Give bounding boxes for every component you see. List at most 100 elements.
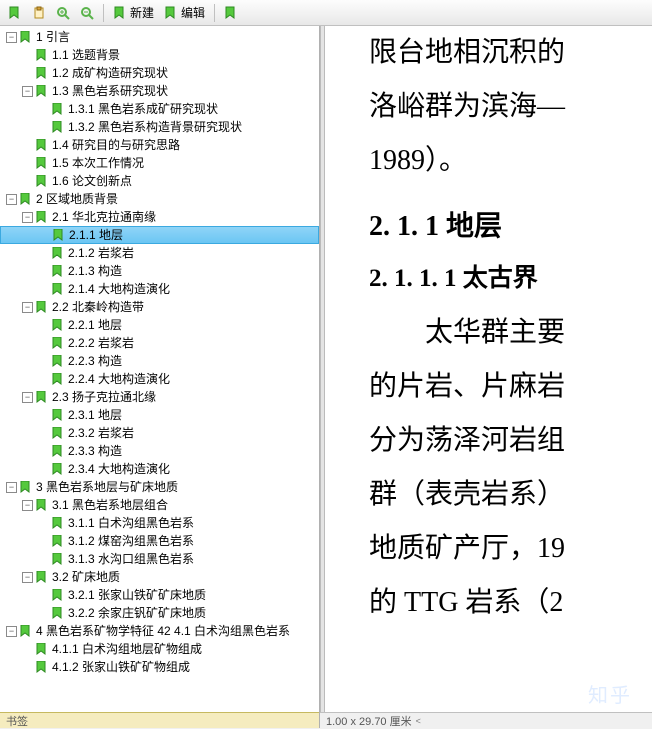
bookmark-label: 2.2.1 地层 (68, 316, 122, 334)
bookmark-label: 1.5 本次工作情况 (52, 154, 144, 172)
bookmark-node[interactable]: 2.1.3 构造 (0, 262, 319, 280)
bookmark-icon (19, 481, 33, 493)
bookmark-node[interactable]: 2.3.1 地层 (0, 406, 319, 424)
bookmark-label: 3.1 黑色岩系地层组合 (52, 496, 168, 514)
bookmark-node[interactable]: 3.2.2 余家庄钒矿矿床地质 (0, 604, 319, 622)
bookmark-node[interactable]: 3.1.3 水沟口组黑色岩系 (0, 550, 319, 568)
bookmark-node[interactable]: 3.1.1 白术沟组黑色岩系 (0, 514, 319, 532)
bookmark-node[interactable]: 3.1.2 煤窑沟组黑色岩系 (0, 532, 319, 550)
bookmark-node[interactable]: 2.3.4 大地构造演化 (0, 460, 319, 478)
bookmark-label: 2.3.4 大地构造演化 (68, 460, 170, 478)
bookmark-node[interactable]: 2.3.2 岩浆岩 (0, 424, 319, 442)
bookmark-icon (35, 157, 49, 169)
bookmark-node[interactable]: −3 黑色岩系地层与矿床地质 (0, 478, 319, 496)
bookmark-node[interactable]: 1.6 论文创新点 (0, 172, 319, 190)
bookmark-tool-icon[interactable] (220, 2, 242, 24)
bookmark-icon (51, 589, 65, 601)
body-text: 太华群主要 (369, 306, 652, 360)
collapse-toggle-icon[interactable]: − (6, 626, 17, 637)
bookmark-node[interactable]: 2.2.2 岩浆岩 (0, 334, 319, 352)
bookmark-node[interactable]: 2.1.1 地层 (0, 226, 319, 244)
bookmark-node[interactable]: 2.2.4 大地构造演化 (0, 370, 319, 388)
bookmark-icon (51, 373, 65, 385)
bookmark-label: 1.6 论文创新点 (52, 172, 132, 190)
bookmark-label: 1 引言 (36, 28, 70, 46)
bookmark-label: 2.2 北秦岭构造带 (52, 298, 144, 316)
bookmark-node[interactable]: 1.3.2 黑色岩系构造背景研究现状 (0, 118, 319, 136)
collapse-toggle-icon[interactable]: − (6, 482, 17, 493)
new-button-label: 新建 (130, 4, 154, 21)
sidebar-tab-bookmarks[interactable]: 书签 (0, 712, 319, 728)
bookmark-node[interactable]: − 2.2 北秦岭构造带 (0, 298, 319, 316)
bookmark-label: 2.1 华北克拉通南缘 (52, 208, 156, 226)
collapse-toggle-icon[interactable]: − (22, 86, 33, 97)
new-button[interactable]: 新建 (109, 2, 158, 24)
status-overflow-icon: < (416, 716, 421, 726)
bookmark-node[interactable]: 1.5 本次工作情况 (0, 154, 319, 172)
bookmark-node[interactable]: − 2.3 扬子克拉通北缘 (0, 388, 319, 406)
bookmark-node[interactable]: 3.2.1 张家山铁矿矿床地质 (0, 586, 319, 604)
bookmark-label: 4.1.1 白术沟组地层矿物组成 (52, 640, 202, 658)
bookmark-label: 4 黑色岩系矿物学特征 42 4.1 白术沟组黑色岩系 (36, 622, 290, 640)
bookmark-icon (51, 265, 65, 277)
bookmark-node[interactable]: 4.1.2 张家山铁矿矿物组成 (0, 658, 319, 676)
bookmark-node[interactable]: − 3.1 黑色岩系地层组合 (0, 496, 319, 514)
bookmark-icon (35, 175, 49, 187)
collapse-toggle-icon[interactable]: − (22, 212, 33, 223)
bookmark-node[interactable]: 2.3.3 构造 (0, 442, 319, 460)
bookmark-icon (51, 445, 65, 457)
body-text: 的片岩、片麻岩 (369, 360, 652, 414)
bookmark-node[interactable]: −3.2 矿床地质 (0, 568, 319, 586)
collapse-toggle-icon[interactable]: − (22, 572, 33, 583)
bookmark-tree-scroll[interactable]: −1 引言1.1 选题背景1.2 成矿构造研究现状−1.3 黑色岩系研究现状1.… (0, 26, 319, 712)
bookmark-label: 2.3 扬子克拉通北缘 (52, 388, 156, 406)
edit-button[interactable]: 编辑 (160, 2, 209, 24)
zoom-in-icon[interactable] (52, 2, 74, 24)
collapse-toggle-icon[interactable]: − (6, 32, 17, 43)
body-text: 分为荡泽河岩组 (369, 414, 652, 468)
bookmark-node[interactable]: −2 区域地质背景 (0, 190, 319, 208)
bookmark-node[interactable]: 4.1.1 白术沟组地层矿物组成 (0, 640, 319, 658)
edit-button-label: 编辑 (181, 4, 205, 21)
bookmark-node[interactable]: 2.1.2 岩浆岩 (0, 244, 319, 262)
collapse-toggle-icon[interactable]: − (6, 194, 17, 205)
bookmark-node[interactable]: − 4 黑色岩系矿物学特征 42 4.1 白术沟组黑色岩系 (0, 622, 319, 640)
bookmark-icon (52, 229, 66, 241)
bookmark-label: 2.3.3 构造 (68, 442, 122, 460)
bookmark-label: 1.3 黑色岩系研究现状 (52, 82, 168, 100)
collapse-toggle-icon[interactable]: − (22, 500, 33, 511)
bookmark-icon (35, 499, 49, 511)
bookmark-node[interactable]: − 2.1 华北克拉通南缘 (0, 208, 319, 226)
bookmark-expand-icon[interactable] (4, 2, 26, 24)
bookmark-icon (51, 355, 65, 367)
bookmark-node[interactable]: 2.1.4 大地构造演化 (0, 280, 319, 298)
page-dimensions: 1.00 x 29.70 厘米 (326, 713, 412, 729)
bookmark-node[interactable]: 1.1 选题背景 (0, 46, 319, 64)
sidebar-tab-label: 书签 (6, 713, 28, 729)
bookmarks-sidebar: −1 引言1.1 选题背景1.2 成矿构造研究现状−1.3 黑色岩系研究现状1.… (0, 26, 320, 728)
bookmark-label: 1.3.2 黑色岩系构造背景研究现状 (68, 118, 242, 136)
collapse-toggle-icon[interactable]: − (22, 392, 33, 403)
bookmark-icon (51, 535, 65, 547)
bookmark-label: 3.2.2 余家庄钒矿矿床地质 (68, 604, 206, 622)
document-view[interactable]: 限台地相沉积的 洛峪群为滨海— 1989）。 2. 1. 1 地层 2. 1. … (325, 26, 652, 728)
bookmark-node[interactable]: 1.3.1 黑色岩系成矿研究现状 (0, 100, 319, 118)
bookmark-node[interactable]: 2.2.1 地层 (0, 316, 319, 334)
bookmark-label: 2.2.4 大地构造演化 (68, 370, 170, 388)
bookmark-label: 1.1 选题背景 (52, 46, 120, 64)
collapse-toggle-icon[interactable]: − (22, 302, 33, 313)
bookmark-label: 2.2.3 构造 (68, 352, 122, 370)
bookmark-icon (35, 301, 49, 313)
heading-level-3: 2. 1. 1. 1 太古界 (369, 258, 652, 294)
clipboard-icon[interactable] (28, 2, 50, 24)
bookmark-node[interactable]: − 1 引言 (0, 28, 319, 46)
bookmark-icon (51, 247, 65, 259)
bookmark-node[interactable]: 2.2.3 构造 (0, 352, 319, 370)
zoom-out-icon[interactable] (76, 2, 98, 24)
bookmark-node[interactable]: − 1.3 黑色岩系研究现状 (0, 82, 319, 100)
bookmark-node[interactable]: 1.2 成矿构造研究现状 (0, 64, 319, 82)
bookmark-icon (35, 67, 49, 79)
bookmark-icon (19, 193, 33, 205)
bookmark-node[interactable]: 1.4 研究目的与研究思路 (0, 136, 319, 154)
status-bar: 1.00 x 29.70 厘米 < (320, 712, 652, 728)
